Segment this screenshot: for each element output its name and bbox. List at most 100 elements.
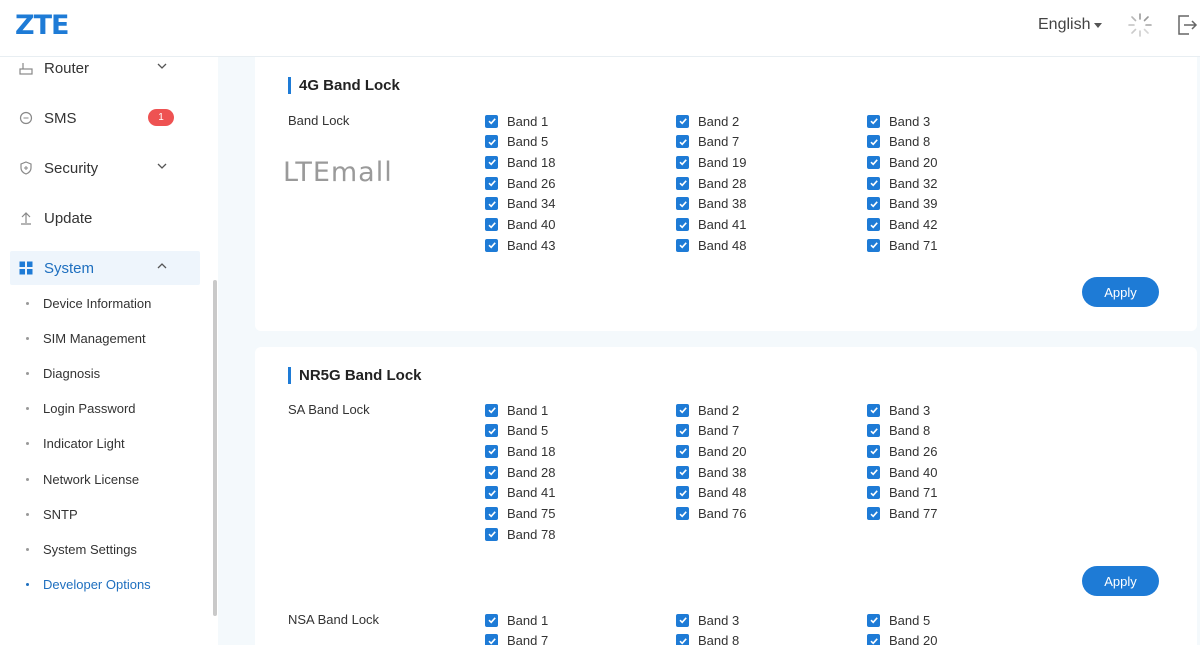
- checkmark-icon: [676, 486, 689, 500]
- band-checkbox[interactable]: Band 40: [867, 464, 937, 480]
- logout-icon[interactable]: [1176, 13, 1198, 37]
- band-checkbox[interactable]: Band 76: [676, 506, 746, 522]
- band-checkbox[interactable]: Band 28: [676, 175, 746, 191]
- router-icon: [18, 60, 34, 76]
- checkmark-icon: [867, 444, 880, 458]
- band-checkbox[interactable]: Band 26: [867, 443, 937, 459]
- apply-button[interactable]: Apply: [1082, 277, 1159, 307]
- submenu-developer-options[interactable]: Developer Options: [26, 577, 151, 592]
- band-label: Band 18: [507, 154, 556, 170]
- band-label: Band 20: [889, 154, 938, 170]
- band-checkbox[interactable]: Band 2: [676, 113, 739, 129]
- band-checkbox[interactable]: Band 3: [676, 612, 739, 628]
- band-checkbox[interactable]: Band 71: [867, 485, 937, 501]
- submenu-sim-management[interactable]: SIM Management: [26, 331, 146, 346]
- band-checkbox[interactable]: Band 75: [485, 506, 555, 522]
- band-checkbox[interactable]: Band 41: [485, 485, 555, 501]
- submenu-system-settings[interactable]: System Settings: [26, 542, 137, 557]
- band-checkbox[interactable]: Band 7: [676, 423, 739, 439]
- band-checkbox[interactable]: Band 40: [485, 217, 555, 233]
- band-checkbox[interactable]: Band 5: [485, 423, 548, 439]
- band-checkbox[interactable]: Band 28: [485, 464, 555, 480]
- checkmark-icon: [485, 527, 498, 541]
- bullet-icon: [26, 513, 29, 516]
- checkmark-icon: [676, 613, 689, 627]
- band-label: Band 5: [507, 134, 549, 150]
- submenu-label: SIM Management: [43, 331, 146, 346]
- band-checkbox[interactable]: Band 18: [485, 443, 555, 459]
- band-checkbox[interactable]: Band 8: [867, 134, 930, 150]
- sidebar-item-security[interactable]: Security: [10, 151, 200, 185]
- submenu-device-information[interactable]: Device Information: [26, 296, 151, 311]
- apply-button[interactable]: Apply: [1082, 566, 1159, 596]
- sidebar-item-system[interactable]: System: [10, 251, 200, 285]
- band-checkbox[interactable]: Band 19: [676, 154, 746, 170]
- band-checkbox[interactable]: Band 20: [867, 154, 937, 170]
- watermark: LTEmall: [283, 157, 393, 188]
- band-lock-label: Band Lock: [288, 113, 350, 128]
- band-checkbox[interactable]: Band 32: [867, 175, 937, 191]
- band-label: Band 3: [698, 612, 740, 628]
- chevron-down-icon: [157, 163, 167, 169]
- band-checkbox[interactable]: Band 2: [676, 402, 739, 418]
- band-label: Band 5: [507, 423, 549, 439]
- band-checkbox[interactable]: Band 42: [867, 217, 937, 233]
- band-checkbox[interactable]: Band 5: [485, 134, 548, 150]
- submenu-login-password[interactable]: Login Password: [26, 401, 136, 416]
- band-checkbox[interactable]: Band 1: [485, 612, 548, 628]
- band-checkbox[interactable]: Band 5: [867, 612, 930, 628]
- band-checkbox[interactable]: Band 39: [867, 196, 937, 212]
- sidebar-item-label: Update: [44, 209, 93, 227]
- band-checkbox[interactable]: Band 1: [485, 402, 548, 418]
- band-label: Band 41: [698, 217, 747, 232]
- loading-spinner-icon: [1128, 13, 1152, 37]
- checkmark-icon: [867, 114, 880, 128]
- band-checkbox[interactable]: Band 8: [867, 423, 930, 439]
- sidebar-item-router[interactable]: Router: [10, 51, 200, 85]
- band-checkbox[interactable]: Band 18: [485, 154, 555, 170]
- band-checkbox[interactable]: Band 48: [676, 485, 746, 501]
- submenu-network-license[interactable]: Network License: [26, 472, 139, 487]
- submenu-sntp[interactable]: SNTP: [26, 507, 78, 522]
- band-checkbox[interactable]: Band 38: [676, 464, 746, 480]
- top-header: ZTE English: [0, 0, 1200, 57]
- bullet-icon: [26, 548, 29, 551]
- band-label: Band 8: [889, 134, 931, 150]
- band-checkbox[interactable]: Band 1: [485, 113, 548, 129]
- band-checkbox[interactable]: Band 7: [676, 134, 739, 150]
- band-checkbox[interactable]: Band 71: [867, 237, 937, 253]
- zte-logo: ZTE: [15, 10, 69, 41]
- lte-band-lock-card: 4G Band Lock Band Lock LTEmall Band 1 Ban…: [255, 57, 1197, 331]
- checkmark-icon: [676, 238, 689, 252]
- band-checkbox[interactable]: Band 8: [676, 633, 739, 645]
- band-checkbox[interactable]: Band 78: [485, 526, 555, 542]
- submenu-label: System Settings: [43, 542, 137, 557]
- band-checkbox[interactable]: Band 41: [676, 217, 746, 233]
- checkmark-icon: [676, 507, 689, 520]
- sidebar-item-sms[interactable]: SMS 1: [10, 101, 200, 135]
- submenu-diagnosis[interactable]: Diagnosis: [26, 366, 100, 381]
- checkmark-icon: [867, 424, 880, 438]
- submenu-indicator-light[interactable]: Indicator Light: [26, 436, 125, 451]
- band-checkbox[interactable]: Band 43: [485, 237, 555, 253]
- sidebar-item-update[interactable]: Update: [10, 201, 200, 235]
- band-checkbox[interactable]: Band 77: [867, 506, 937, 522]
- chevron-up-icon: [157, 263, 167, 269]
- band-checkbox[interactable]: Band 7: [485, 633, 548, 645]
- band-checkbox[interactable]: Band 3: [867, 113, 930, 129]
- band-checkbox[interactable]: Band 26: [485, 175, 555, 191]
- band-checkbox[interactable]: Band 48: [676, 237, 746, 253]
- band-label: Band 39: [889, 196, 938, 212]
- bullet-icon: [26, 478, 29, 481]
- band-checkbox[interactable]: Band 20: [676, 443, 746, 459]
- checkmark-icon: [867, 486, 880, 500]
- language-selector[interactable]: English: [1038, 16, 1103, 34]
- band-checkbox[interactable]: Band 38: [676, 196, 746, 212]
- band-checkbox[interactable]: Band 34: [485, 196, 555, 212]
- band-label: Band 71: [889, 485, 938, 501]
- bullet-icon: [26, 442, 29, 445]
- sidebar-scrollbar[interactable]: [213, 280, 217, 616]
- band-checkbox[interactable]: Band 3: [867, 402, 930, 418]
- checkmark-icon: [485, 424, 498, 438]
- band-checkbox[interactable]: Band 20: [867, 633, 937, 645]
